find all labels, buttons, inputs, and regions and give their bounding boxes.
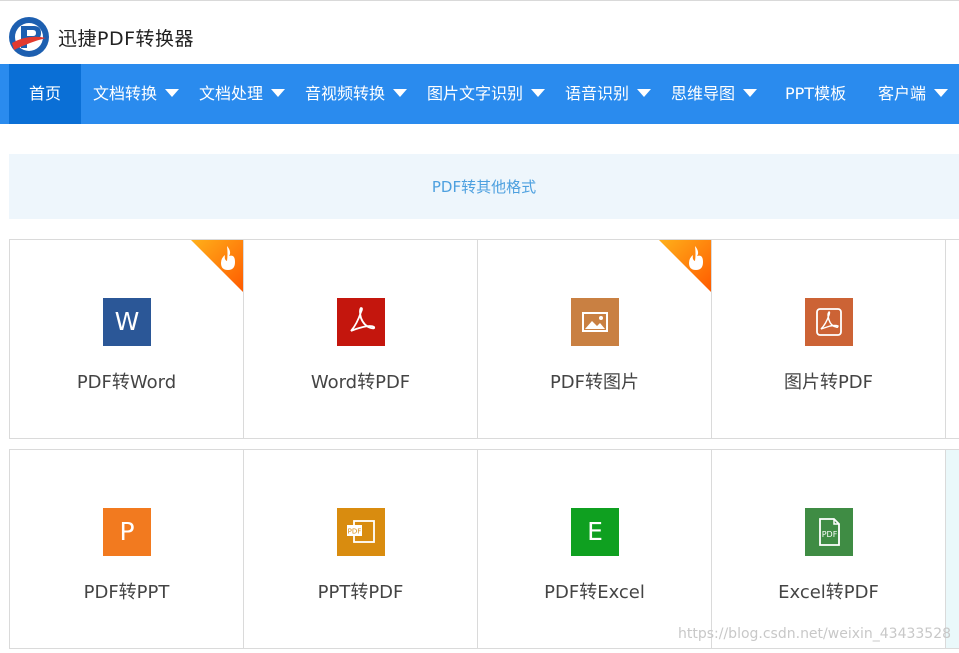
tool-label: 图片转PDF xyxy=(783,372,874,393)
caret-down-icon xyxy=(531,89,546,97)
tool-label: PPT转PDF xyxy=(317,582,404,603)
tool-card-partial xyxy=(945,240,959,438)
caret-down-icon xyxy=(393,89,408,97)
site-header: 迅捷PDF转换器 xyxy=(0,4,959,64)
nav-item-av-convert[interactable]: 音视频转换 xyxy=(305,64,408,124)
tool-row-1: W PDF转Word Word转PDF PDF转图片 图片转PDF xyxy=(9,239,959,439)
tool-card-word-to-pdf[interactable]: Word转PDF xyxy=(243,240,477,438)
tool-label: PDF转Word xyxy=(76,372,177,393)
tool-card-pdf-to-image[interactable]: PDF转图片 xyxy=(477,240,711,438)
image-icon xyxy=(571,298,619,346)
pdf-acrobat-icon xyxy=(805,298,853,346)
section-header: PDF转其他格式 xyxy=(9,154,959,219)
nav-item-doc-convert[interactable]: 文档转换 xyxy=(93,64,180,124)
nav-item-ocr[interactable]: 图片文字识别 xyxy=(427,64,546,124)
nav-item-speech[interactable]: 语音识别 xyxy=(565,64,652,124)
logo-icon[interactable] xyxy=(8,16,50,58)
tool-label: Excel转PDF xyxy=(778,582,879,603)
brand-name[interactable]: 迅捷PDF转换器 xyxy=(58,24,194,51)
tool-card-pdf-to-excel[interactable]: E PDF转Excel xyxy=(477,450,711,648)
tool-card-image-to-pdf[interactable]: 图片转PDF xyxy=(711,240,945,438)
tool-label: PDF转Excel xyxy=(544,582,645,603)
tool-label: PDF转图片 xyxy=(549,372,640,393)
tool-card-pdf-to-ppt[interactable]: P PDF转PPT xyxy=(9,450,243,648)
hot-flame-icon xyxy=(659,240,711,292)
watermark: https://blog.csdn.net/weixin_43433528 xyxy=(678,626,952,642)
ppt-to-pdf-icon: PDF xyxy=(337,508,385,556)
tool-card-partial xyxy=(945,450,959,648)
pdf-document-icon: PDF xyxy=(805,508,853,556)
tool-card-excel-to-pdf[interactable]: PDF Excel转PDF xyxy=(711,450,945,648)
svg-text:PDF: PDF xyxy=(822,530,838,539)
word-icon: W xyxy=(103,298,151,346)
hot-flame-icon xyxy=(191,240,243,292)
nav-item-doc-process[interactable]: 文档处理 xyxy=(199,64,286,124)
excel-icon: E xyxy=(571,508,619,556)
svg-text:PDF: PDF xyxy=(348,528,362,536)
tool-card-ppt-to-pdf[interactable]: PDF PPT转PDF xyxy=(243,450,477,648)
powerpoint-icon: P xyxy=(103,508,151,556)
tool-label: PDF转PPT xyxy=(83,582,170,603)
section-title: PDF转其他格式 xyxy=(431,178,537,196)
tool-card-pdf-to-word[interactable]: W PDF转Word xyxy=(9,240,243,438)
tool-label: Word转PDF xyxy=(310,372,411,393)
caret-down-icon xyxy=(934,89,949,97)
nav-item-mindmap[interactable]: 思维导图 xyxy=(671,64,758,124)
nav-item-client[interactable]: 客户端 xyxy=(878,64,949,124)
caret-down-icon xyxy=(165,89,180,97)
main-nav: 首页 文档转换 文档处理 音视频转换 图片文字识别 语音识别 思维导图 PPT模… xyxy=(0,64,959,124)
nav-item-ppt-template[interactable]: PPT模板 xyxy=(785,64,846,124)
caret-down-icon xyxy=(637,89,652,97)
pdf-acrobat-icon xyxy=(337,298,385,346)
caret-down-icon xyxy=(743,89,758,97)
tool-row-2: P PDF转PPT PDF PPT转PDF E PDF转Excel PDF Ex… xyxy=(9,449,959,649)
nav-item-home[interactable]: 首页 xyxy=(9,64,81,124)
caret-down-icon xyxy=(271,89,286,97)
